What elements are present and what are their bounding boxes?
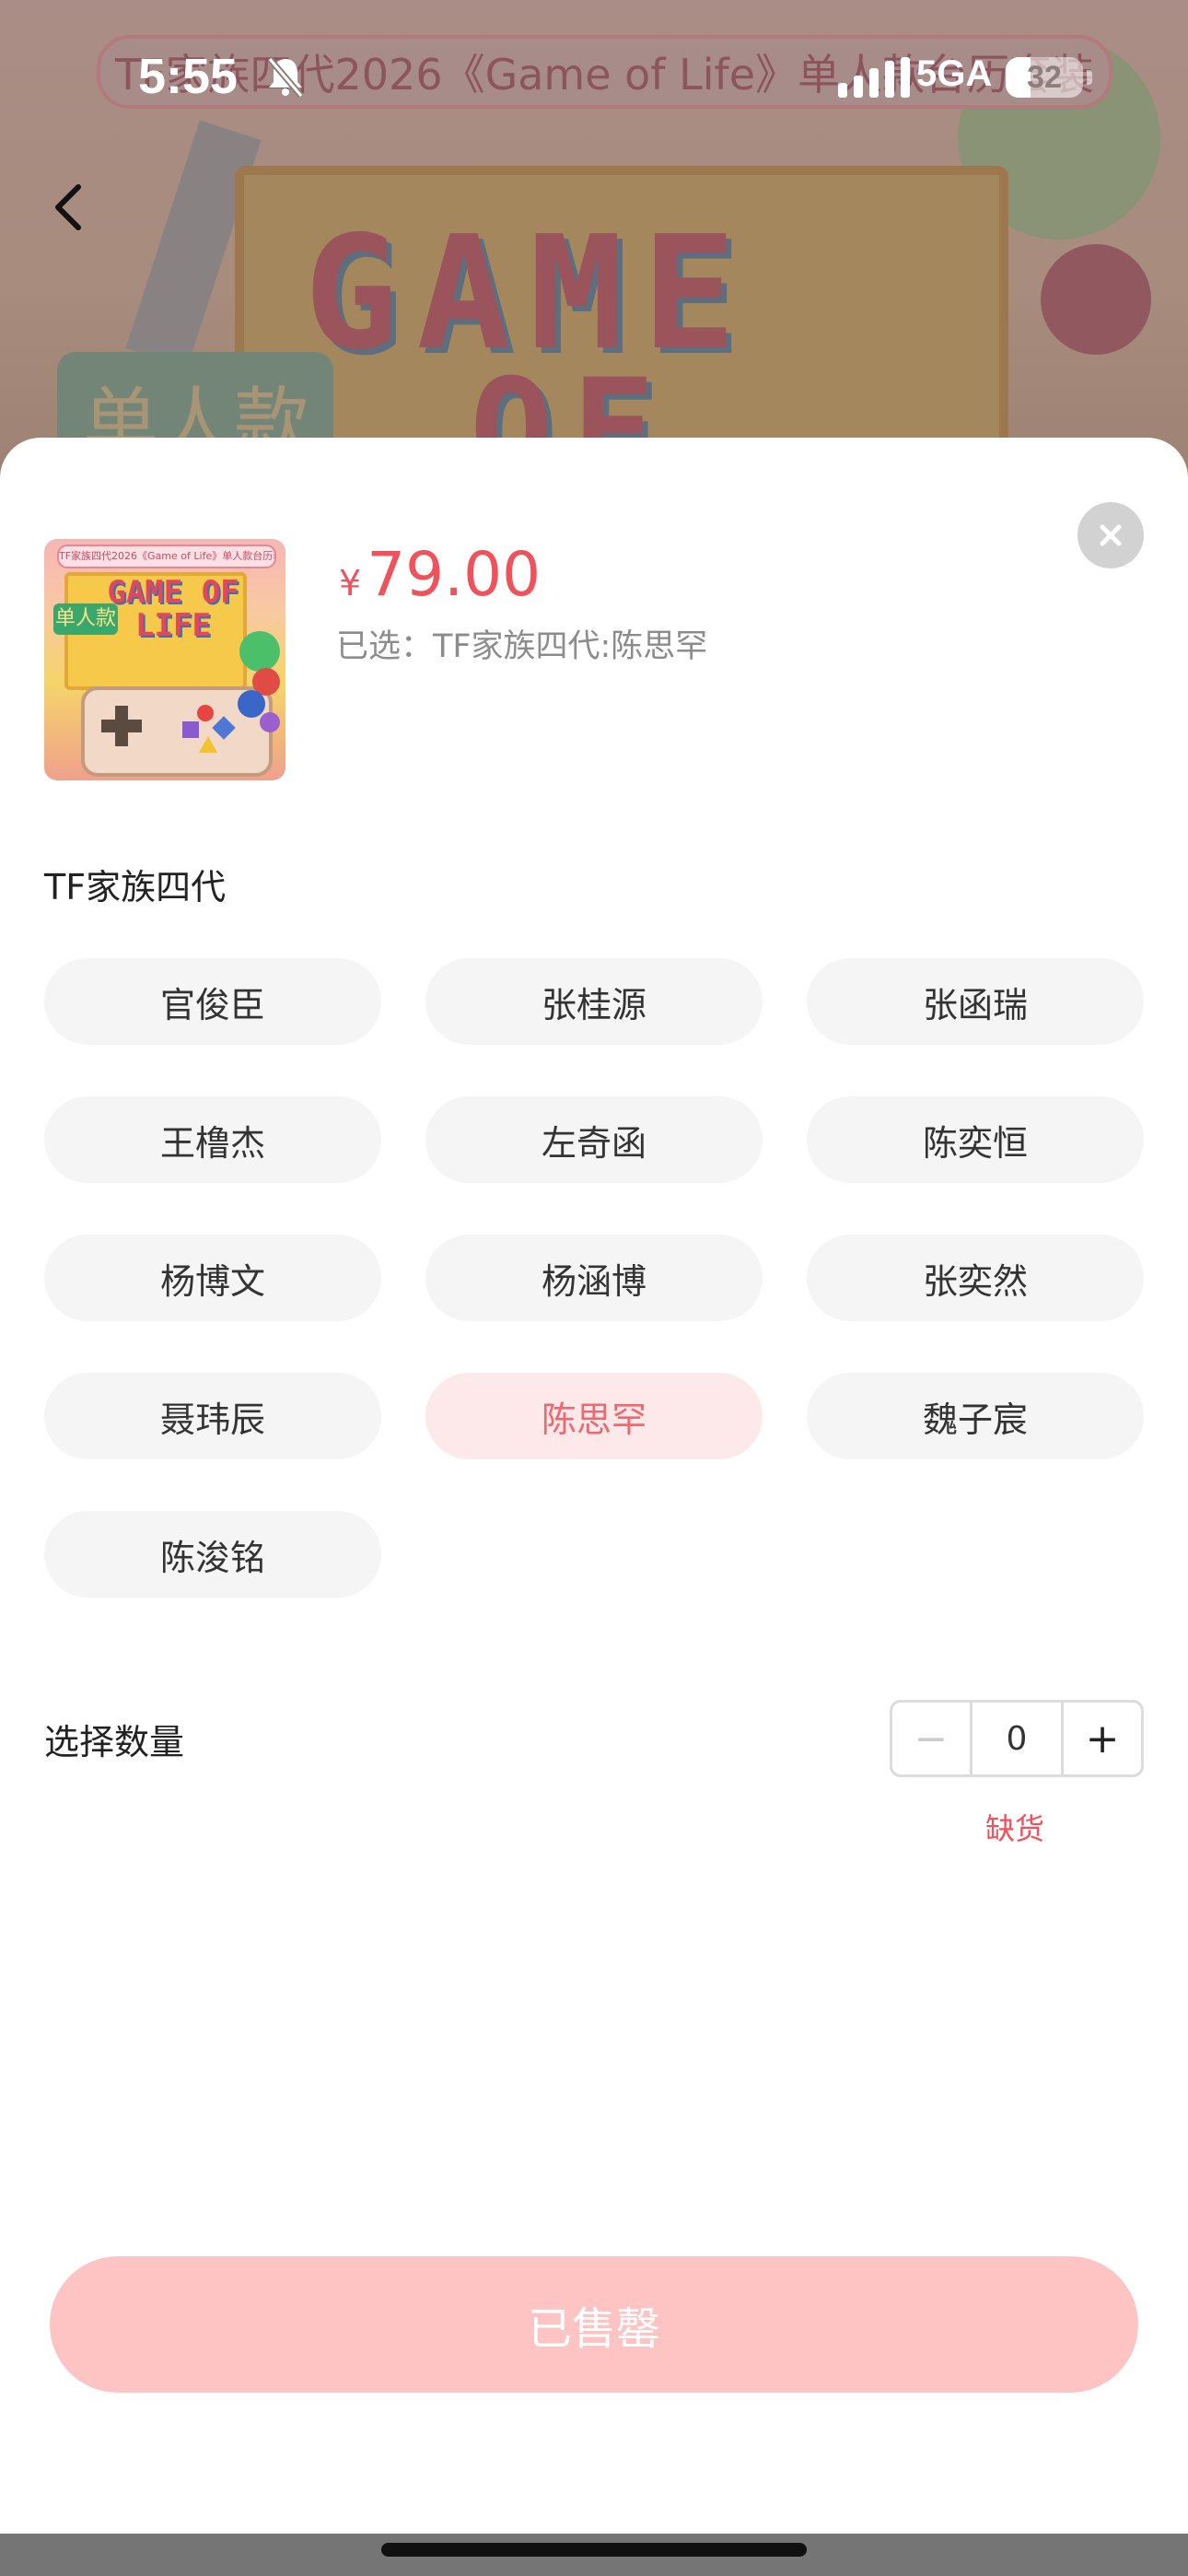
home-indicator[interactable] bbox=[381, 2543, 807, 2557]
quantity-value[interactable]: 0 bbox=[970, 1703, 1064, 1774]
battery-level: 32 bbox=[1027, 60, 1062, 95]
quantity-stepper: − 0 + bbox=[890, 1700, 1144, 1777]
spec-option[interactable]: 陈奕恒 bbox=[807, 1096, 1144, 1183]
spec-option[interactable]: 张桂源 bbox=[425, 958, 763, 1045]
cellular-signal-icon bbox=[838, 57, 910, 98]
spec-option[interactable]: 魏子宸 bbox=[807, 1373, 1144, 1459]
sku-selection-sheet: TF家族四代2026《Game of Life》单人款台历套装 GAME OF … bbox=[0, 438, 1188, 2534]
price: ¥79.00 bbox=[339, 539, 541, 610]
spec-option[interactable]: 陈思罕 bbox=[425, 1373, 763, 1459]
status-time: 5:55 bbox=[138, 49, 239, 104]
thumbnail-ball bbox=[238, 690, 265, 718]
quantity-label: 选择数量 bbox=[44, 1722, 185, 1762]
bell-slash-icon bbox=[267, 56, 304, 99]
price-value: 79.00 bbox=[367, 539, 542, 610]
increase-quantity-button[interactable]: + bbox=[1064, 1703, 1141, 1774]
spec-option[interactable]: 聂玮辰 bbox=[44, 1373, 381, 1459]
status-bar: 5:55 5GA 32 bbox=[0, 0, 1188, 161]
close-icon bbox=[1100, 524, 1122, 546]
spec-option[interactable]: 王橹杰 bbox=[44, 1096, 381, 1183]
spec-option[interactable]: 左奇函 bbox=[425, 1096, 763, 1183]
sold-out-button[interactable]: 已售罄 bbox=[50, 2256, 1138, 2393]
battery-icon: 32 bbox=[1006, 57, 1083, 98]
thumbnail-ball bbox=[260, 712, 280, 732]
close-button[interactable] bbox=[1077, 502, 1144, 568]
decrease-quantity-button[interactable]: − bbox=[892, 1703, 970, 1774]
thumbnail-title: TF家族四代2026《Game of Life》单人款台历套装 bbox=[57, 544, 276, 568]
currency-symbol: ¥ bbox=[339, 563, 362, 603]
battery-cap bbox=[1087, 70, 1092, 85]
spec-option[interactable]: 官俊臣 bbox=[44, 958, 381, 1045]
chevron-left-icon bbox=[55, 184, 81, 230]
dpad-icon bbox=[115, 706, 128, 746]
thumbnail-ball bbox=[239, 631, 280, 672]
back-button[interactable] bbox=[37, 175, 101, 240]
spec-option[interactable]: 张奕然 bbox=[807, 1235, 1144, 1321]
spec-options: 官俊臣 张桂源 张函瑞王橹杰 左奇函 陈奕恒杨博文 杨涵博 张奕然聂玮辰 陈思罕 魏子宸陈浚铭 bbox=[44, 958, 1144, 1598]
network-type: 5GA bbox=[916, 53, 993, 94]
thumbnail-tag: 单人款 bbox=[53, 603, 118, 635]
spec-option[interactable]: 张函瑞 bbox=[807, 958, 1144, 1045]
spec-option[interactable]: 杨博文 bbox=[44, 1235, 381, 1321]
selected-spec-text: 已选：TF家族四代:陈思罕 bbox=[336, 628, 708, 665]
spec-group-title: TF家族四代 bbox=[44, 867, 227, 907]
product-thumbnail[interactable]: TF家族四代2026《Game of Life》单人款台历套装 GAME OF … bbox=[44, 539, 285, 780]
button-dot bbox=[199, 736, 217, 753]
button-dot bbox=[182, 721, 199, 738]
stock-status: 缺货 bbox=[985, 1811, 1045, 1846]
spec-option[interactable]: 陈浚铭 bbox=[44, 1511, 381, 1598]
button-dot bbox=[197, 705, 214, 721]
thumbnail-word: GAME OF LIFE bbox=[107, 574, 239, 644]
spec-option[interactable]: 杨涵博 bbox=[425, 1235, 763, 1321]
